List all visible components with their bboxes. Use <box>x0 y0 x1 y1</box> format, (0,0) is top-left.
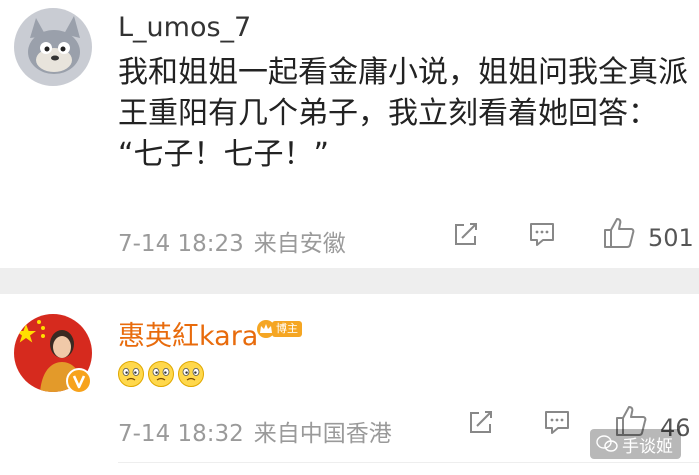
blogger-badge: 博主 <box>256 319 302 339</box>
wechat-icon <box>596 435 618 452</box>
like-icon <box>604 218 635 248</box>
comment-separator <box>0 268 699 294</box>
emoji-row <box>117 360 207 388</box>
emoji-face <box>178 361 204 387</box>
badge-label: 博主 <box>272 321 302 337</box>
watermark-text: 手谈姬 <box>622 436 673 457</box>
cartoon-cat-avatar <box>14 8 92 86</box>
comment-icon <box>545 411 569 434</box>
timestamp: 7-14 18:32 <box>118 421 244 447</box>
comment-text-line: 我和姐姐一起看金庸小说，姐姐问我全真派 <box>118 55 688 90</box>
comment-item: L_umos_7 我和姐姐一起看金庸小说，姐姐问我全真派 王重阳有几个弟子，我立… <box>0 0 699 268</box>
comment-meta: 7-14 18:23 来自安徽 <box>118 224 346 258</box>
like-count: 501 <box>648 224 694 252</box>
source-location: 来自安徽 <box>253 231 346 257</box>
divider <box>118 462 699 463</box>
username[interactable]: L_umos_7 <box>118 12 251 43</box>
comment-meta: 7-14 18:32 来自中国香港 <box>118 414 392 448</box>
comment-text: 我和姐姐一起看金庸小说，姐姐问我全真派 王重阳有几个弟子，我立刻看着她回答： “… <box>118 52 688 175</box>
comment-item: 惠英紅kara 博主 7-14 18:32 来自中国香港 46 手谈姬 <box>0 294 699 475</box>
like-button[interactable] <box>602 216 636 254</box>
comment-button[interactable] <box>528 220 556 252</box>
avatar[interactable] <box>14 8 92 86</box>
repost-button[interactable] <box>452 220 480 252</box>
comment-text-line: 王重阳有几个弟子，我立刻看着她回答： <box>118 96 658 131</box>
repost-icon <box>470 411 492 433</box>
timestamp: 7-14 18:23 <box>118 231 244 257</box>
watermark: 手谈姬 <box>590 429 681 459</box>
comment-icon <box>530 223 554 246</box>
emoji-face <box>118 361 144 387</box>
repost-button[interactable] <box>467 408 495 440</box>
verified-v-icon <box>66 368 92 394</box>
comment-text-line: “七子！七子！” <box>118 137 330 172</box>
source-location: 来自中国香港 <box>253 421 392 447</box>
repost-icon <box>455 223 477 245</box>
username[interactable]: 惠英紅kara <box>118 314 258 353</box>
comment-button[interactable] <box>543 408 571 440</box>
emoji-face <box>148 361 174 387</box>
